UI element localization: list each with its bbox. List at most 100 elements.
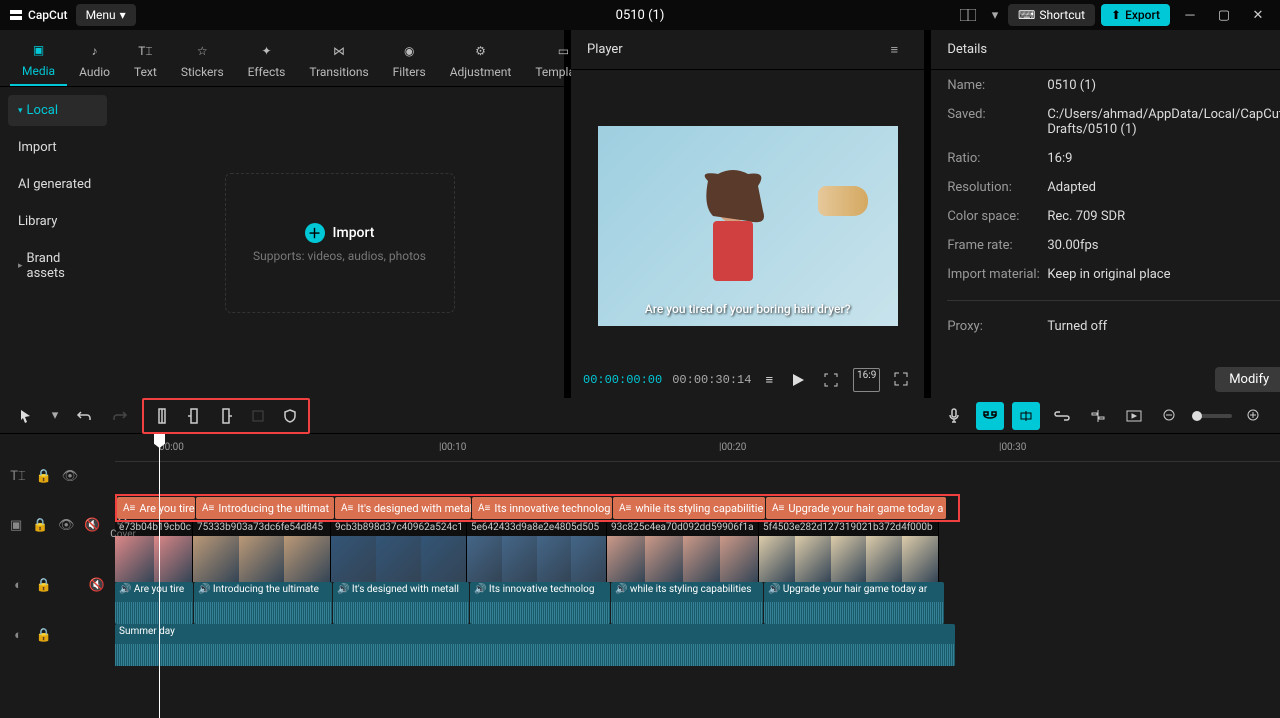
caption-clip[interactable]: Its innovative technolog (472, 497, 612, 519)
video-clip[interactable]: e73b04b19cb0c (115, 522, 193, 582)
zoom-out-icon[interactable] (1156, 402, 1184, 430)
hamburger-icon[interactable]: ≡ (880, 36, 908, 64)
video-caption: Are you tired of your boring hair dryer? (645, 302, 851, 316)
audio-clip[interactable]: 🔊 It's designed with metall (333, 582, 469, 624)
zoom-slider[interactable] (1192, 414, 1232, 418)
tracks-area[interactable]: 00:00|00:10|00:20|00:30 Are you tireIntr… (115, 434, 1280, 718)
caption-clip[interactable]: while its styling capabilitie (613, 497, 765, 519)
close-button[interactable]: ✕ (1244, 1, 1272, 29)
export-button[interactable]: ⬆ Export (1101, 4, 1170, 26)
video-clip[interactable]: 75333b903a73dc6fe54d845 (193, 522, 331, 582)
mic-icon[interactable] (940, 402, 968, 430)
ruler-mark: |00:10 (439, 442, 466, 453)
audio-clip[interactable]: 🔊 Introducing the ultimate (194, 582, 332, 624)
project-title: 0510 (1) (616, 8, 665, 23)
video-clip[interactable]: 9cb3b898d37c40962a524c1 (331, 522, 467, 582)
tab-text[interactable]: T⌶Text (122, 35, 169, 85)
snap-icon[interactable] (1012, 402, 1040, 430)
detail-row: Frame rate:30.00fps (947, 238, 1280, 253)
app-logo: CapCut (8, 7, 68, 23)
tab-transitions[interactable]: ⋈Transitions (297, 35, 380, 85)
capcut-logo-icon (8, 7, 24, 23)
magnet-icon[interactable] (976, 402, 1004, 430)
sidebar-item-brand-assets[interactable]: Brand assets (8, 243, 107, 289)
minimize-button[interactable]: ─ (1176, 1, 1204, 29)
main-tabs: ▣Media♪AudioT⌶Text☆Stickers✦Effects⋈Tran… (0, 30, 564, 87)
lock-icon[interactable]: 🔒 (32, 517, 48, 533)
caption-clip[interactable]: It's designed with metal (335, 497, 471, 519)
caption-clip[interactable]: Introducing the ultimat (196, 497, 334, 519)
mute-icon[interactable]: 🔇 (89, 577, 105, 593)
hair-dryer (818, 186, 868, 216)
play-button[interactable] (787, 369, 809, 391)
list-icon[interactable]: ≡ (761, 368, 777, 392)
preview-icon[interactable] (1120, 402, 1148, 430)
chevron-down-icon[interactable]: ▾ (988, 1, 1002, 29)
text-icon: T⌶ (135, 41, 155, 61)
undo-button[interactable] (70, 402, 98, 430)
caption-clip[interactable]: Are you tire (117, 497, 195, 519)
lock-icon[interactable]: 🔒 (36, 468, 52, 484)
detail-row: Resolution:Adapted (947, 180, 1280, 195)
modify-button[interactable]: Modify (1215, 367, 1280, 392)
track-headers: T⌶ 🔒 👁 ▣ 🔒 👁 🔇 Cover ◐ 🔒 🔇 (0, 434, 115, 718)
mute-icon[interactable]: 🔇 (84, 517, 100, 533)
tab-audio[interactable]: ♪Audio (67, 35, 122, 85)
pointer-tool[interactable] (12, 402, 40, 430)
sidebar-item-library[interactable]: Library (8, 206, 107, 237)
eye-icon[interactable]: 👁 (58, 517, 74, 533)
audio-track-header: ◐ 🔒 🔇 (0, 560, 115, 610)
video-preview[interactable]: Are you tired of your boring hair dryer? (598, 126, 898, 326)
tab-stickers[interactable]: ☆Stickers (169, 35, 236, 85)
sidebar-item-local[interactable]: Local (8, 95, 107, 126)
scan-icon[interactable] (819, 368, 843, 392)
sidebar-item-ai-generated[interactable]: AI generated (8, 169, 107, 200)
menu-button[interactable]: Menu ▾ (76, 4, 136, 26)
music-clip-label: Summer day (115, 624, 955, 639)
music-clip[interactable]: Summer day (115, 624, 955, 666)
effects-icon: ✦ (257, 41, 277, 61)
split-left-tool[interactable] (180, 402, 208, 430)
timeline-toolbar: ▾ (0, 398, 1280, 434)
video-track-header: ▣ 🔒 👁 🔇 Cover (0, 490, 115, 560)
playhead[interactable] (159, 434, 160, 718)
details-panel: Details Name:0510 (1)Saved:C:/Users/ahma… (931, 30, 1280, 398)
ratio-badge[interactable]: 16:9 (853, 368, 880, 392)
split-tool[interactable] (148, 402, 176, 430)
maximize-button[interactable]: ▢ (1210, 1, 1238, 29)
video-track-icon: ▣ (10, 517, 22, 533)
tab-adjustment[interactable]: ⚙Adjustment (438, 35, 524, 85)
chevron-down-icon[interactable]: ▾ (48, 402, 62, 430)
shield-tool[interactable] (276, 402, 304, 430)
crop-tool[interactable] (244, 402, 272, 430)
layout-icon[interactable] (954, 1, 982, 29)
tab-media[interactable]: ▣Media (10, 34, 67, 86)
media-side-nav: Local Import AI generated Library Brand asse… (0, 87, 115, 398)
audio-clip[interactable]: 🔊 Its innovative technolog (470, 582, 610, 624)
tab-effects[interactable]: ✦Effects (236, 35, 298, 85)
eye-icon[interactable]: 👁 (62, 468, 78, 484)
zoom-in-icon[interactable] (1240, 402, 1268, 430)
link-icon[interactable] (1048, 402, 1076, 430)
time-ruler[interactable]: 00:00|00:10|00:20|00:30 (115, 434, 1280, 462)
audio-clip[interactable]: 🔊 while its styling capabilities (611, 582, 763, 624)
video-clip[interactable]: 5f4503e282d127319021b372d4f000b (759, 522, 939, 582)
redo-button[interactable] (106, 402, 134, 430)
video-clip[interactable]: 93c825c4ea70d092dd59906f1a (607, 522, 759, 582)
fullscreen-icon[interactable] (890, 368, 912, 392)
align-icon[interactable] (1084, 402, 1112, 430)
tab-filters[interactable]: ◉Filters (381, 35, 438, 85)
music-track: Summer day (115, 624, 955, 666)
sidebar-item-import[interactable]: Import (8, 132, 107, 163)
lock-icon[interactable]: 🔒 (36, 577, 52, 593)
import-dropzone[interactable]: ＋ Import Supports: videos, audios, photo… (225, 173, 455, 313)
detail-row: Color space:Rec. 709 SDR (947, 209, 1280, 224)
audio-clip[interactable]: 🔊 Are you tire (115, 582, 193, 624)
audio-clip[interactable]: 🔊 Upgrade your hair game today ar (764, 582, 944, 624)
shortcut-button[interactable]: ⌨ Shortcut (1008, 4, 1095, 26)
video-clip[interactable]: 5e642433d9a8e2e4805d505 (467, 522, 607, 582)
audio-icon: ♪ (85, 41, 105, 61)
caption-clip[interactable]: Upgrade your hair game today a (766, 497, 946, 519)
split-right-tool[interactable] (212, 402, 240, 430)
lock-icon[interactable]: 🔒 (36, 627, 52, 643)
